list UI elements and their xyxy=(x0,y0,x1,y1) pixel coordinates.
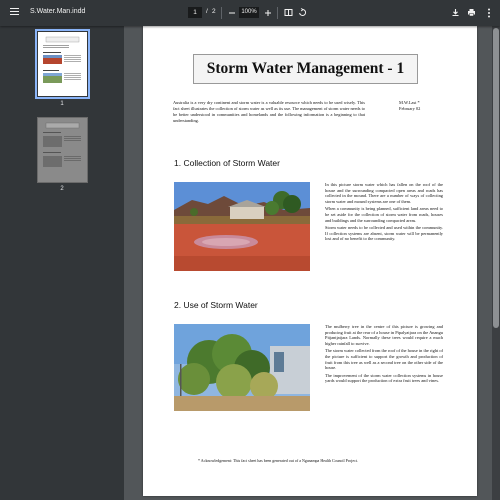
toolbar-divider xyxy=(277,7,278,19)
toolbar-divider xyxy=(221,7,222,19)
section-heading-use: 2. Use of Storm Water xyxy=(174,300,258,310)
mound-storm-water-photo xyxy=(174,182,310,271)
page-number-input[interactable]: 1 xyxy=(188,7,202,18)
scrollbar-thumb[interactable] xyxy=(493,28,499,328)
zoom-level-input[interactable]: 100% xyxy=(239,7,259,18)
document-viewer[interactable]: Storm Water Management - 1 Australia is … xyxy=(124,26,500,500)
zoom-in-icon[interactable] xyxy=(261,6,274,19)
paragraph: The storm water collected from the roof … xyxy=(325,348,443,371)
paragraph: When a community is being planned, suffi… xyxy=(325,206,443,223)
paragraph: The mulberry tree in the centre of this … xyxy=(325,324,443,346)
author-block: M.W.Last * February 02 xyxy=(399,100,420,112)
author-date: February 02 xyxy=(399,106,421,111)
document-title: Storm Water Management - 1 xyxy=(193,54,418,84)
vertical-scrollbar[interactable] xyxy=(492,26,500,500)
menu-icon[interactable] xyxy=(10,8,19,17)
paragraph: The improvement of the storm water colle… xyxy=(325,372,443,384)
section-heading-collection: 1. Collection of Storm Water xyxy=(174,158,280,168)
mulberry-tree-photo xyxy=(174,324,310,411)
file-name: S.Water.Man.indd xyxy=(30,8,86,15)
paragraph: In this picture storm water which has fa… xyxy=(325,182,443,204)
thumbnail-label-1: 1 xyxy=(60,101,64,107)
more-icon[interactable] xyxy=(482,6,495,19)
fit-page-icon[interactable] xyxy=(282,6,295,19)
pdf-page-1: Storm Water Management - 1 Australia is … xyxy=(143,26,477,496)
section-text-collection: In this picture storm water which has fa… xyxy=(325,182,443,244)
page-thumbnail-1[interactable] xyxy=(35,29,90,99)
download-icon[interactable] xyxy=(449,6,462,19)
paragraph: Storm water needs to be collected and us… xyxy=(325,225,443,242)
total-pages: 2 xyxy=(212,8,216,15)
section-text-use: The mulberry tree in the centre of this … xyxy=(325,324,443,386)
rotate-icon[interactable] xyxy=(296,6,309,19)
thumbnail-label-2: 2 xyxy=(60,186,64,192)
page-separator: / xyxy=(206,8,208,15)
pdf-toolbar: S.Water.Man.indd 1 / 2 100% xyxy=(0,0,500,26)
thumbnail-sidebar: 1 2 xyxy=(0,26,124,500)
intro-paragraph: Australia is a very dry continent and st… xyxy=(173,100,365,123)
acknowledgement-footnote: * Acknowledgement: This fact sheet has b… xyxy=(198,458,358,463)
zoom-out-icon[interactable] xyxy=(225,6,238,19)
print-icon[interactable] xyxy=(465,6,478,19)
page-thumbnail-2[interactable] xyxy=(37,117,88,183)
